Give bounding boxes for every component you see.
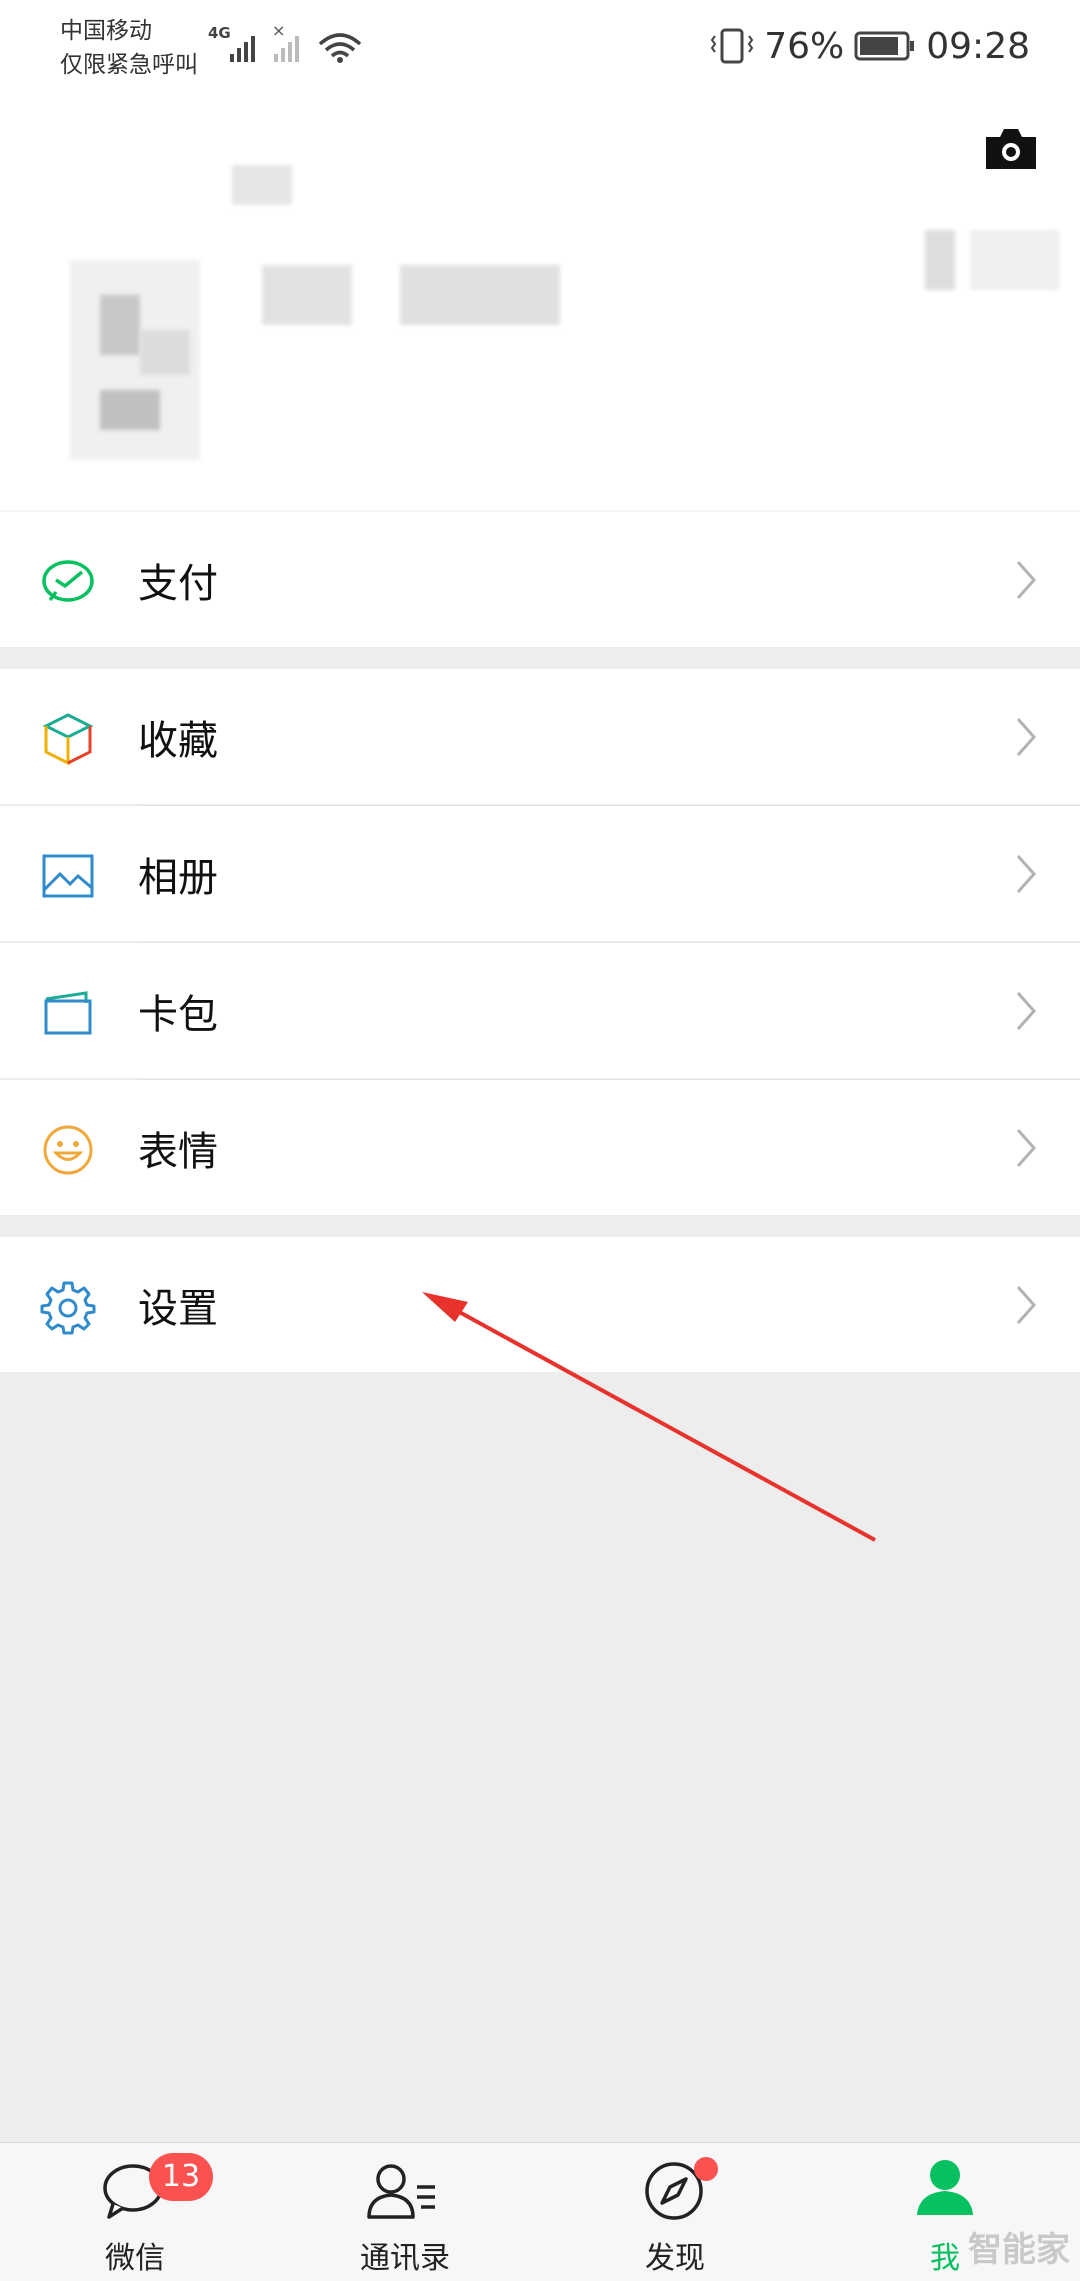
menu-label-settings: 设置 [138, 1285, 218, 1332]
menu-item-settings[interactable]: 设置 [0, 1237, 1080, 1372]
smiley-icon [43, 1125, 93, 1175]
chevron-right-icon [1016, 855, 1037, 893]
section-gap [0, 647, 1080, 669]
battery-icon [854, 31, 915, 61]
menu-item-stickers[interactable]: 表情 [0, 1080, 1080, 1215]
svg-text:×: × [272, 22, 285, 40]
status-right-group: 76% 09:28 [710, 22, 1030, 70]
contacts-icon [367, 2164, 435, 2219]
tab-discover[interactable]: 发现 [575, 2143, 775, 2281]
signal-icon: 4G × [208, 22, 362, 63]
person-icon [917, 2160, 973, 2215]
bottom-tab-bar: 13 微信 通讯录 发现 我 智能家 [0, 2142, 1080, 2281]
chevron-right-icon [1016, 718, 1037, 756]
status-bar: 中国移动 仅限紧急呼叫 4G × 76% 09:28 [0, 0, 1080, 95]
clock: 09:28 [926, 25, 1030, 67]
menu-item-favorites[interactable]: 收藏 [0, 669, 1080, 804]
menu-label-cards: 卡包 [138, 991, 218, 1038]
card-wallet-icon [44, 991, 92, 1035]
menu-label-favorites: 收藏 [138, 717, 218, 764]
tab-label-discover: 发现 [645, 2241, 705, 2276]
menu-item-cards[interactable]: 卡包 [0, 943, 1080, 1078]
chevron-right-icon [1016, 1129, 1037, 1167]
menu-item-album[interactable]: 相册 [0, 806, 1080, 941]
pay-icon [42, 560, 94, 602]
chevron-right-icon [1016, 1286, 1037, 1324]
tab-label-chats: 微信 [105, 2241, 165, 2276]
emergency-only-text: 仅限紧急呼叫 [60, 52, 198, 78]
vibrate-icon [710, 28, 754, 64]
battery-percent: 76% [764, 25, 845, 67]
album-icon [42, 854, 94, 898]
favorites-icon [42, 713, 94, 766]
menu-label-stickers: 表情 [138, 1128, 218, 1175]
tab-label-contacts: 通讯录 [360, 2241, 450, 2276]
section-gap [0, 1215, 1080, 1237]
unread-badge: 13 [149, 2153, 213, 2201]
watermark: 智能家 [968, 2230, 1070, 2270]
menu-label-pay: 支付 [138, 560, 218, 607]
new-content-dot [694, 2157, 718, 2181]
tab-chats[interactable]: 13 微信 [35, 2143, 235, 2281]
menu-item-pay[interactable]: 支付 [0, 512, 1080, 647]
svg-text:4G: 4G [208, 24, 231, 42]
gear-icon [40, 1281, 96, 1335]
menu-label-album: 相册 [138, 854, 218, 901]
chevron-right-icon [1016, 992, 1037, 1030]
chevron-right-icon [1016, 561, 1037, 599]
avatar[interactable] [70, 260, 200, 460]
carrier-info: 中国移动 仅限紧急呼叫 [60, 14, 198, 82]
camera-icon[interactable] [982, 125, 1040, 173]
tab-contacts[interactable]: 通讯录 [305, 2143, 505, 2281]
carrier-name: 中国移动 [60, 18, 152, 44]
profile-header[interactable] [0, 95, 1080, 510]
